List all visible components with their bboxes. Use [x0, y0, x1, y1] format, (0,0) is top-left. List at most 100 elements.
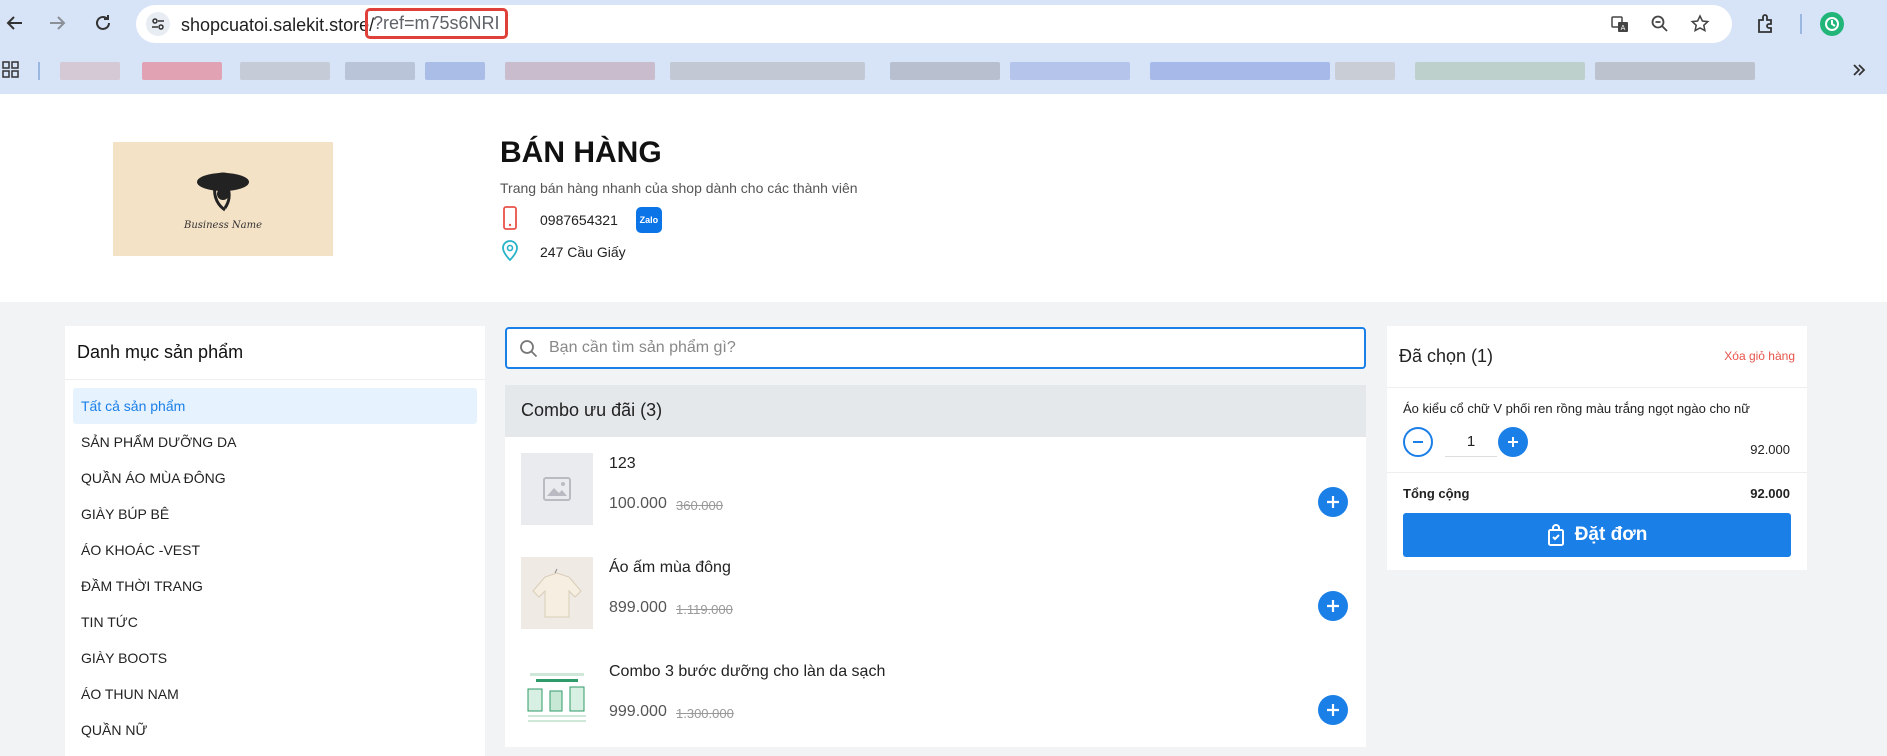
bookmark-item[interactable]: [505, 62, 655, 80]
product-item[interactable]: Áo ấm mùa đông 899.000 1.119.000: [505, 541, 1366, 645]
product-name[interactable]: 123: [609, 455, 636, 473]
product-price: 899.000: [609, 599, 667, 616]
product-item[interactable]: 123 100.000 360.000: [505, 437, 1366, 541]
reload-icon[interactable]: [88, 8, 118, 38]
star-icon[interactable]: [1688, 12, 1712, 36]
phone-number[interactable]: 0987654321: [540, 212, 618, 228]
product-item[interactable]: Combo 3 bước dưỡng cho làn da sạch 999.0…: [505, 645, 1366, 749]
logo-text: Business Name: [183, 219, 263, 231]
plus-icon: [1327, 704, 1339, 716]
product-thumbnail[interactable]: [521, 557, 593, 629]
bookmark-item[interactable]: [60, 62, 120, 80]
product-thumbnail[interactable]: [521, 661, 593, 733]
skincare-combo-image: [527, 673, 586, 722]
phone-icon: [500, 205, 520, 235]
shop-header: Business Name BÁN HÀNG Trang bán hàng nh…: [0, 94, 1887, 302]
category-item[interactable]: ĐẦM THỜI TRANG: [73, 568, 477, 604]
bookmark-item[interactable]: [1150, 62, 1330, 80]
add-to-cart-button[interactable]: [1318, 695, 1348, 725]
site-settings-icon[interactable]: [146, 12, 170, 36]
category-panel: Danh mục sản phẩm Tất cả sản phẩm SẢN PH…: [65, 326, 485, 756]
bookmark-item[interactable]: [345, 62, 415, 80]
bookmark-item[interactable]: [142, 62, 222, 80]
bookmark-item[interactable]: [890, 62, 1000, 80]
search-icon: [519, 339, 539, 364]
bookmark-item[interactable]: [425, 62, 485, 80]
bookmarks-bar: [0, 56, 1887, 86]
shop-address: 247 Cầu Giấy: [540, 244, 626, 260]
place-order-label: Đặt đơn: [1574, 524, 1648, 545]
divider: [65, 379, 485, 380]
zalo-icon[interactable]: Zalo: [635, 207, 662, 233]
bookmark-item[interactable]: [1595, 62, 1755, 80]
hat-lady-icon: [197, 172, 249, 211]
bookmark-item[interactable]: [1010, 62, 1130, 80]
minus-icon: [1413, 441, 1423, 443]
product-search[interactable]: [505, 327, 1366, 369]
bookmark-item[interactable]: [240, 62, 330, 80]
product-price: 999.000: [609, 703, 667, 720]
bookmark-item[interactable]: [1415, 62, 1585, 80]
image-placeholder-icon: [543, 477, 571, 501]
divider: [1387, 472, 1807, 473]
category-item[interactable]: ÁO KHOÁC -VEST: [73, 532, 477, 568]
plus-icon: [1508, 437, 1518, 447]
shop-logo: Business Name: [113, 142, 333, 256]
decrease-quantity-button[interactable]: [1403, 427, 1433, 457]
category-item[interactable]: QUẦN ÁO MÙA ĐÔNG: [73, 460, 477, 496]
bookmark-item[interactable]: [1335, 62, 1395, 80]
cart-item-price: 92.000: [1750, 442, 1790, 457]
product-name[interactable]: Combo 3 bước dưỡng cho làn da sạch: [609, 663, 885, 681]
increase-quantity-button[interactable]: [1498, 427, 1528, 457]
browser-toolbar: shopcuatoi.salekit.store/ ?ref=m75s6NRI …: [0, 0, 1887, 94]
category-item-all[interactable]: Tất cả sản phẩm: [73, 388, 477, 424]
plus-icon: [1327, 496, 1339, 508]
product-name[interactable]: Áo ấm mùa đông: [609, 559, 731, 577]
product-old-price: 1.300.000: [676, 706, 734, 721]
search-input[interactable]: [549, 337, 1349, 359]
product-old-price: 360.000: [676, 498, 723, 513]
category-item[interactable]: GIÀY BOOTS: [73, 640, 477, 676]
product-price: 100.000: [609, 495, 667, 512]
category-item[interactable]: QUẦN NỮ: [73, 712, 477, 748]
plus-icon: [1327, 600, 1339, 612]
profile-icon[interactable]: [1818, 10, 1846, 38]
bookmarks-divider: [38, 62, 40, 80]
cart-item-name: Áo kiểu cổ chữ V phối ren rồng màu trắng…: [1403, 401, 1750, 416]
address-bar[interactable]: shopcuatoi.salekit.store/ ?ref=m75s6NRI …: [136, 5, 1732, 43]
add-to-cart-button[interactable]: [1318, 487, 1348, 517]
clear-cart-link[interactable]: Xóa giỏ hàng: [1724, 349, 1795, 363]
product-old-price: 1.119.000: [676, 602, 733, 617]
product-thumbnail[interactable]: [521, 453, 593, 525]
divider: [1387, 387, 1807, 388]
shop-description: Trang bán hàng nhanh của shop dành cho c…: [500, 180, 858, 196]
zoom-icon[interactable]: [1648, 12, 1672, 36]
address-row: 247 Cầu Giấy: [500, 238, 626, 266]
more-bookmarks-icon[interactable]: [1850, 61, 1868, 84]
phone-row: 0987654321 Zalo: [500, 205, 662, 235]
forward-icon[interactable]: [42, 8, 72, 38]
extensions-icon[interactable]: [1752, 10, 1780, 38]
combo-section-header: Combo ưu đãi (3): [505, 385, 1366, 437]
shopping-bag-icon: [1547, 524, 1564, 546]
category-item[interactable]: GIÀY BÚP BÊ: [73, 496, 477, 532]
quantity-input[interactable]: 1: [1445, 427, 1497, 457]
category-title: Danh mục sản phẩm: [77, 342, 244, 362]
total-label: Tổng cộng: [1403, 486, 1470, 501]
category-list: Tất cả sản phẩm SẢN PHẨM DƯỠNG DA QUẦN Á…: [73, 388, 477, 748]
place-order-button[interactable]: Đặt đơn: [1403, 513, 1791, 557]
cart-panel: Đã chọn (1) Xóa giỏ hàng Áo kiểu cổ chữ …: [1387, 326, 1807, 570]
category-item[interactable]: ÁO THUN NAM: [73, 676, 477, 712]
back-icon[interactable]: [0, 8, 30, 38]
add-to-cart-button[interactable]: [1318, 591, 1348, 621]
product-list: 123 100.000 360.000 Áo ấm mùa đông 899.0…: [505, 437, 1366, 747]
apps-icon[interactable]: [2, 61, 20, 84]
url-query: ?ref=m75s6NRI: [365, 8, 508, 39]
bookmark-item[interactable]: [670, 62, 865, 80]
category-item[interactable]: TIN TỨC: [73, 604, 477, 640]
page-title: BÁN HÀNG: [500, 136, 662, 169]
category-item[interactable]: SẢN PHẨM DƯỠNG DA: [73, 424, 477, 460]
svg-text:A: A: [1621, 25, 1626, 32]
translate-icon[interactable]: A: [1608, 12, 1632, 36]
url-host: shopcuatoi.salekit.store/: [181, 15, 375, 35]
